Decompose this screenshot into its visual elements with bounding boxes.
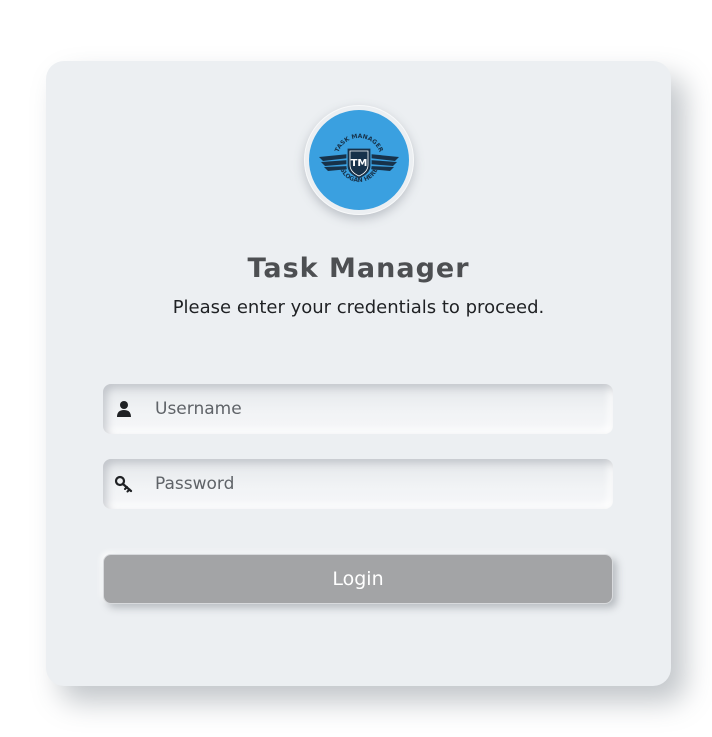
- key-icon: [114, 474, 134, 494]
- logo-badge: TASK MANAGER SLOGAN HERE TM: [309, 110, 409, 210]
- username-field[interactable]: [103, 384, 613, 434]
- logo-initials: TM: [351, 158, 368, 169]
- login-card: TASK MANAGER SLOGAN HERE TM Task Manager…: [46, 61, 671, 686]
- login-instructions: Please enter your credentials to proceed…: [172, 297, 545, 318]
- password-input[interactable]: [155, 459, 595, 509]
- login-button[interactable]: Login: [103, 554, 613, 604]
- login-page: TASK MANAGER SLOGAN HERE TM Task Manager…: [0, 0, 712, 737]
- logo-frame: TASK MANAGER SLOGAN HERE TM: [304, 105, 414, 215]
- password-field[interactable]: [103, 459, 613, 509]
- username-input[interactable]: [155, 384, 595, 434]
- app-title: Task Manager: [247, 253, 470, 284]
- user-icon: [114, 399, 134, 419]
- shield-wings-icon: TASK MANAGER SLOGAN HERE TM: [319, 133, 399, 184]
